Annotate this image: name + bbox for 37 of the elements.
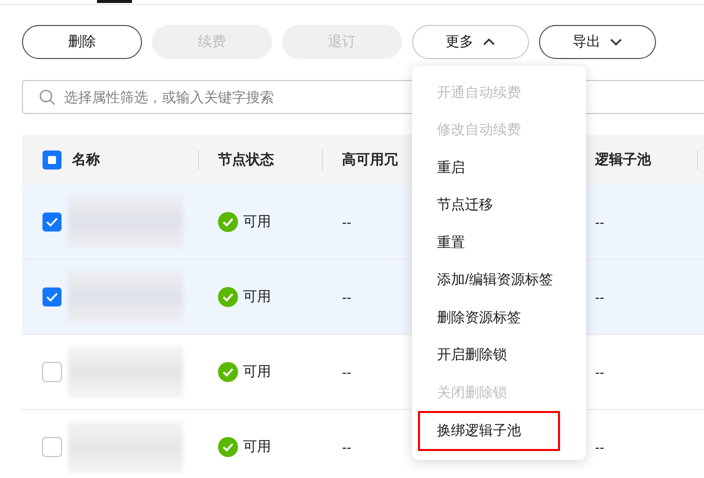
status-text: 可用 [243,288,271,306]
checkbox[interactable] [42,150,62,170]
table-cell: -- [342,289,352,305]
column-header: 节点状态 [218,151,274,169]
menu-item[interactable]: 添加/编辑资源标签 [418,262,560,299]
dropdown-button[interactable]: 导出 [539,25,656,59]
checkbox[interactable] [42,287,62,307]
table-cell: -- [595,289,604,305]
search-icon [39,89,56,106]
check-circle-icon [218,287,238,307]
check-circle-icon [218,437,238,457]
check-circle-icon [218,212,238,232]
checkbox[interactable] [42,212,62,232]
tab-underline [97,0,132,3]
menu-item[interactable]: 换绑逻辑子池 [418,410,560,450]
column-header: 高可用冗 [342,151,398,169]
table-cell: -- [595,214,604,230]
table-cell: -- [342,214,352,230]
menu-item[interactable]: 开启删除锁 [418,336,560,374]
table-cell: -- [595,439,604,455]
dropdown-button[interactable]: 更多 [412,25,529,59]
menu-item[interactable]: 重启 [418,149,560,186]
column-header: 名称 [72,151,100,169]
status-text: 可用 [243,438,271,456]
menu-item[interactable]: 删除资源标签 [418,299,560,336]
check-circle-icon [218,362,238,382]
status-text: 可用 [243,213,271,231]
column-header: 逻辑子池 [595,151,651,169]
checkbox[interactable] [42,362,62,382]
table-cell: -- [342,364,352,380]
table-cell: -- [595,364,604,380]
status-text: 可用 [243,363,271,381]
table-cell: -- [342,439,352,455]
toolbar-button[interactable]: 删除 [22,25,142,59]
menu-item[interactable]: 重置 [418,224,560,262]
menu-item[interactable]: 节点迁移 [418,186,560,224]
checkbox[interactable] [42,437,62,457]
